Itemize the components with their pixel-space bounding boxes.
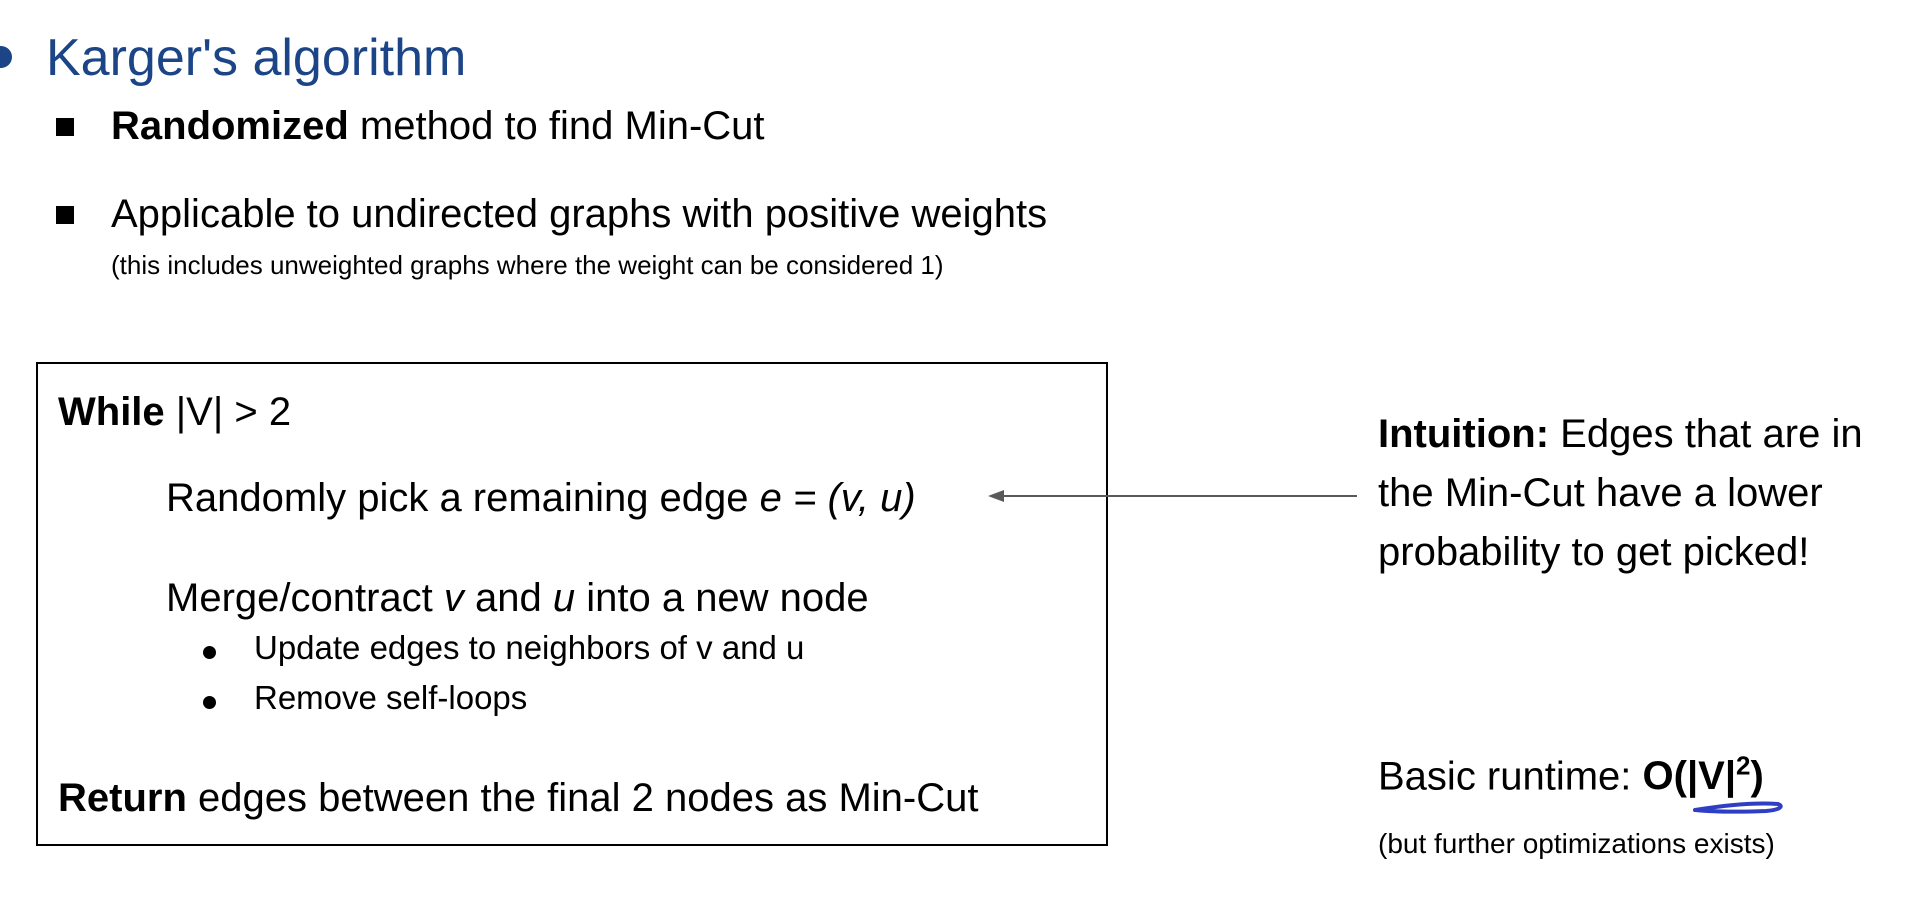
algo-merge-mid: and xyxy=(463,576,553,620)
algo-merge-u: u xyxy=(552,576,576,620)
bullet-applicable-note: (this includes unweighted graphs where t… xyxy=(111,250,944,280)
algorithm-box: While |V| > 2 Randomly pick a remaining … xyxy=(36,362,1108,846)
intuition-label: Intuition: xyxy=(1378,412,1550,456)
intuition-note: Intuition: Edges that are in the Min-Cut… xyxy=(1378,405,1863,582)
algo-merge-v: v xyxy=(443,576,464,620)
algo-pick-text: Randomly pick a remaining edge xyxy=(166,476,760,520)
runtime-complexity-close: ) xyxy=(1750,754,1764,799)
intuition-line-2: the Min-Cut have a lower xyxy=(1378,471,1823,515)
algo-merge-pre: Merge/contract xyxy=(166,576,444,620)
slide-title: Karger's algorithm xyxy=(46,29,467,87)
intuition-line-3: probability to get picked! xyxy=(1378,530,1810,574)
algo-while-condition: |V| > 2 xyxy=(164,390,292,434)
algo-return-keyword: Return xyxy=(58,776,187,820)
bullet-randomized-rest: method to find Min-Cut xyxy=(348,104,765,148)
runtime-label: Basic runtime: xyxy=(1378,754,1643,799)
intuition-line-1: Intuition: Edges that are in xyxy=(1378,405,1863,464)
title-bullet xyxy=(0,46,12,68)
intuition-line-1-text: Edges that are in xyxy=(1549,412,1863,456)
bullet-randomized-bold: Randomized xyxy=(111,104,349,148)
runtime-complexity: O(|V|2) xyxy=(1642,751,1764,799)
algo-merge-post: into a new node xyxy=(575,576,869,620)
runtime-underline-annotation xyxy=(1693,801,1783,814)
algo-merge-line: Merge/contract v and u into a new node xyxy=(166,574,869,622)
bullet-randomized: Randomized method to find Min-Cut xyxy=(111,102,765,150)
substep-bullet-1 xyxy=(203,646,216,659)
algo-return-line: Return edges between the final 2 nodes a… xyxy=(58,774,979,822)
bullet-square-2 xyxy=(56,206,74,224)
algo-while-line: While |V| > 2 xyxy=(58,388,291,436)
algo-substep-update: Update edges to neighbors of v and u xyxy=(254,629,805,666)
algo-while-keyword: While xyxy=(58,390,165,434)
runtime-note: (but further optimizations exists) xyxy=(1378,828,1775,859)
substep-bullet-2 xyxy=(203,696,216,709)
bullet-applicable: Applicable to undirected graphs with pos… xyxy=(111,192,1048,236)
runtime-line: Basic runtime: O(|V|2) xyxy=(1378,742,1764,800)
algo-pick-line: Randomly pick a remaining edge e = (v, u… xyxy=(166,474,916,522)
algo-return-text: edges between the final 2 nodes as Min-C… xyxy=(186,776,979,820)
runtime-complexity-exponent: 2 xyxy=(1736,751,1751,781)
algo-pick-edge: e = (v, u) xyxy=(759,476,916,520)
bullet-square-1 xyxy=(56,118,74,136)
runtime-complexity-base: O(|V| xyxy=(1642,754,1737,799)
algo-substep-remove: Remove self-loops xyxy=(254,679,528,716)
